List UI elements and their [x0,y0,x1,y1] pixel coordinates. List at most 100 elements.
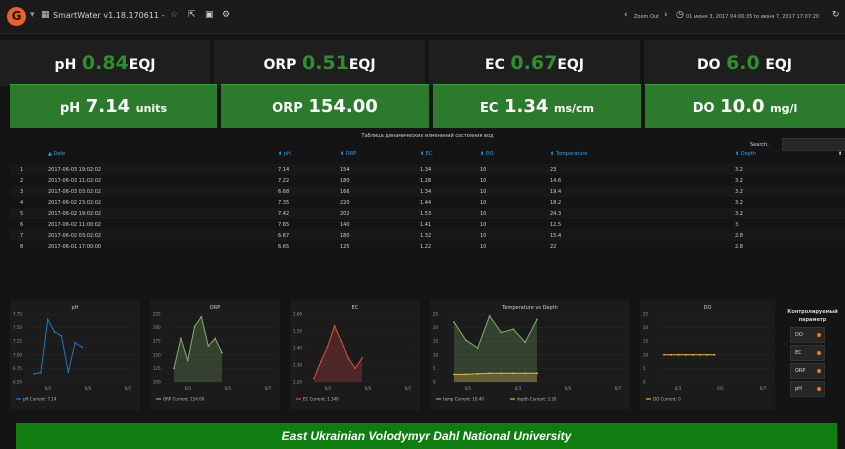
table-cell: 23 [550,167,557,173]
y-tick-label: 15 [643,339,649,344]
stat-label: ORP [263,57,297,73]
data-point [464,339,467,342]
legend-label[interactable]: temp Current: 10.40 [443,397,484,402]
legend-label[interactable]: ORP Current: 154.00 [163,397,205,402]
chart-panel-ec: EC 1.60 1.50 1.40 1.30 1.20 6/3 6/5 6/7 EC Curren… [290,300,420,410]
data-point [193,325,196,328]
table-cell: 6 [20,222,24,228]
x-tick-label: 6/5 [565,386,572,391]
y-tick-label: 10 [643,352,649,357]
stat-do-eq: DO 6.0 EQJ [644,40,845,86]
chart-title: DO [704,305,712,311]
sort-icon[interactable]: ⬍ [838,151,842,157]
table-cell: 19.4 [550,189,562,195]
table-cell: 2017-06-02 11:00:02 [48,222,102,228]
data-point [326,345,329,348]
star-icon[interactable]: ☆ [170,10,178,20]
y-tick-label: 7.25 [13,339,22,344]
data-point [221,351,223,354]
stat-value: 0.51 [301,52,349,74]
stat-value: 0.67 [510,52,558,74]
y-tick-label: 6.50 [13,380,22,385]
data-point [453,321,455,324]
table-cell: 1.53 [420,211,432,217]
x-tick-label: 6/5 [85,386,92,391]
y-tick-label: 5 [433,366,436,371]
stat-label: pH [59,101,81,116]
legend-label[interactable]: EC Current: 1.340 [303,397,339,402]
data-point [536,372,538,375]
table-cell: 15.4 [550,233,562,239]
param-button-ph[interactable]: pH [790,381,825,397]
col-header-orp[interactable]: ⬍ ORP [340,151,356,157]
time-forward-icon[interactable]: › [664,10,668,20]
table-cell: 2 [20,178,24,184]
data-point [464,373,467,376]
table-cell: 180 [340,178,350,184]
stat-value: 0.84 [81,52,129,74]
table-cell: 2017-06-02 23:02:02 [48,200,102,206]
y-tick-label: 1.30 [293,363,302,368]
stat-label: pH [54,57,77,73]
x-tick-label: 6/5 [225,386,232,391]
legend-label[interactable]: depth Current: 3.20 [517,397,557,402]
data-point [670,353,673,356]
y-tick-label: 200 [153,325,161,330]
data-point [512,328,515,331]
table-cell: 3.2 [735,178,743,184]
x-tick-label: 6/3 [515,386,522,391]
y-tick-label: 175 [153,339,161,344]
table-cell: 2017-06-03 19:02:02 [48,167,102,173]
col-header-ph[interactable]: ⬍ pH [278,151,291,157]
search-input[interactable] [782,138,845,151]
table-cell: 2.8 [735,244,743,250]
col-header-do[interactable]: ⬍ DO [480,151,494,157]
chevron-down-icon[interactable]: ▾ [30,10,35,20]
chart-title: EC [352,305,359,311]
data-point [488,315,491,317]
data-point [207,345,210,347]
data-point [53,331,56,333]
do-chart: DO 25 20 15 10 5 0 6/3 6/5 6/7 DO Current: 0 [643,305,769,402]
col-header-temperature[interactable]: ⬍ Temperature [550,151,587,157]
param-button-orp[interactable]: ORP [790,363,825,379]
y-tick-label: 15 [433,339,439,344]
chart-panel-ph: pH 7.75 7.50 7.25 7.00 6.75 6.50 6/3 6/5 6/7 pH Cu… [10,300,140,410]
x-tick-label: 6/7 [405,386,412,391]
legend-label[interactable]: DO Current: 0 [653,397,681,402]
share-icon[interactable]: ⇱ [188,10,196,20]
time-range-picker[interactable]: 01 июня 3, 2017 04:00:35 to июня 7, 2017… [686,14,819,20]
param-button-ec[interactable]: EC [790,345,825,361]
time-back-icon[interactable]: ‹ [624,10,628,20]
table-cell: 7.35 [278,200,290,206]
dashboard-title[interactable]: SmartWater v1.18.170611 - [53,11,164,20]
y-tick-label: 1.40 [293,346,302,351]
refresh-icon[interactable]: ↻ [832,10,840,20]
dashboard-grid-icon: ▦ [41,10,50,20]
data-point [512,372,515,375]
table-cell: 10 [480,244,487,250]
col-header-depth[interactable]: ⬍ Depth [735,151,756,157]
table-cell: 154 [340,167,350,173]
chart-title: ORP [210,305,220,311]
data-point [488,372,491,375]
col-header-date[interactable]: ▲ Date [48,151,65,157]
stat-ph-eq: pH 0.84EQJ [0,40,210,86]
table-cell: 1.22 [420,244,432,250]
data-point [476,372,479,375]
zoom-out-button[interactable]: Zoom Out [634,14,659,20]
table-row: 3 2017-06-03 03:02:02 6.68 166 1.34 10 19.4 3.2 [10,186,845,197]
data-point [713,353,716,356]
grafana-logo-icon[interactable]: G [7,7,26,26]
table-cell: 5 [20,211,24,217]
orp-chart: ORP 225 200 175 150 125 100 6/3 6/5 6/7 ORP Curren… [153,305,274,402]
table-cell: 1 [20,167,24,173]
settings-gear-icon[interactable]: ⚙ [222,10,230,20]
legend-label[interactable]: pH Current: 7.14 [23,397,57,402]
x-tick-label: 6/5 [717,386,724,391]
data-point [340,340,343,343]
save-icon[interactable]: ▣ [205,10,214,20]
col-header-ec[interactable]: ⬍ EC [420,151,432,157]
y-tick-label: 0 [643,380,646,385]
param-button-do[interactable]: DO [790,327,825,343]
